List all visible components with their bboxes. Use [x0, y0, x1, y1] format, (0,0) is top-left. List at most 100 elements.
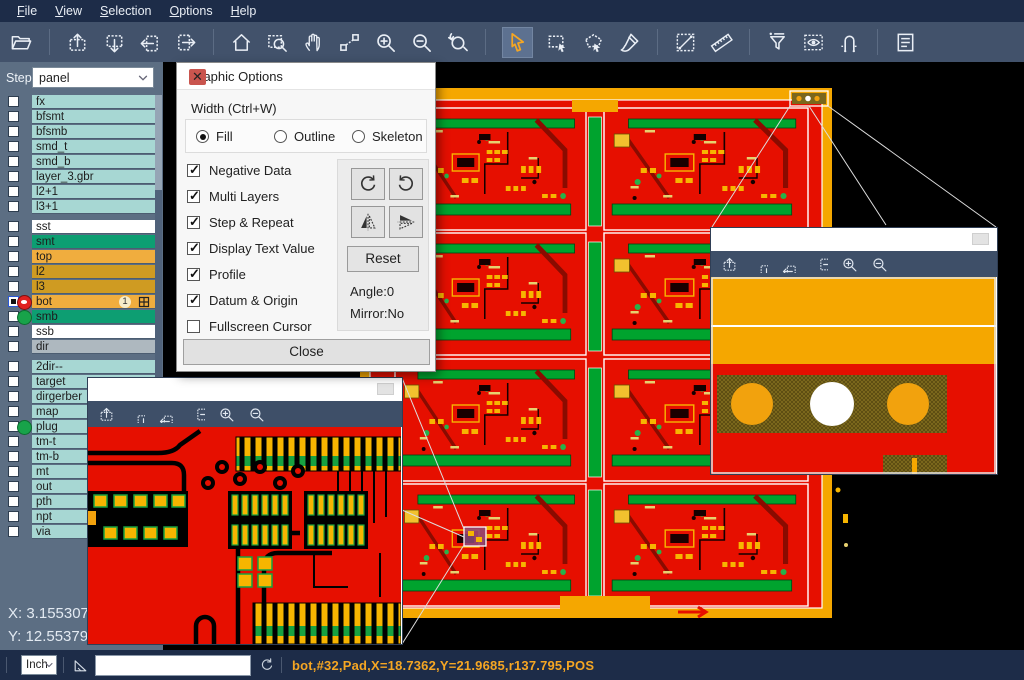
- layer-checkbox[interactable]: [8, 481, 19, 492]
- zoom-out-icon[interactable]: [871, 256, 888, 273]
- layer-checkbox[interactable]: [8, 111, 19, 122]
- report-icon[interactable]: [894, 31, 917, 54]
- menu-file[interactable]: File: [8, 2, 46, 20]
- layer-checkbox[interactable]: [8, 251, 19, 262]
- reset-button[interactable]: Reset: [347, 246, 419, 272]
- layer-row[interactable]: smd_b: [0, 155, 155, 169]
- select-cursor-icon[interactable]: [502, 27, 533, 58]
- layer-row[interactable]: l2: [0, 265, 155, 279]
- layer-checkbox[interactable]: [8, 376, 19, 387]
- zoom-out-icon[interactable]: [410, 31, 433, 54]
- dialog-titlebar[interactable]: Graphic Options ✕: [177, 63, 435, 90]
- layer-checkbox[interactable]: [8, 451, 19, 462]
- checkbox-profile[interactable]: Profile: [187, 267, 246, 282]
- step-left-icon[interactable]: [158, 406, 175, 423]
- radio-dot[interactable]: [352, 130, 365, 143]
- zoom-previous-icon[interactable]: [446, 31, 469, 54]
- step-down-icon[interactable]: [102, 31, 125, 54]
- step-right-icon[interactable]: [188, 406, 205, 423]
- layer-checkbox[interactable]: [8, 126, 19, 137]
- step-right-icon[interactable]: [174, 31, 197, 54]
- layer-row[interactable]: layer_3.gbr: [0, 170, 155, 184]
- layer-label[interactable]: top: [32, 250, 155, 264]
- checkbox[interactable]: [187, 268, 200, 281]
- layer-label[interactable]: bfsmb: [32, 125, 155, 139]
- zoom-window-icon[interactable]: [266, 31, 289, 54]
- checkbox-fullscreen-cursor[interactable]: Fullscreen Cursor: [187, 319, 312, 334]
- layer-checkbox[interactable]: [8, 361, 19, 372]
- grid-icon[interactable]: [138, 296, 150, 308]
- layer-row[interactable]: smb: [0, 310, 155, 324]
- layer-checkbox[interactable]: [8, 341, 19, 352]
- layer-row[interactable]: smd_t: [0, 140, 155, 154]
- menu-selection[interactable]: Selection: [91, 2, 160, 20]
- mirror-vertical-button[interactable]: [351, 206, 385, 238]
- layer-label[interactable]: smd_b: [32, 155, 155, 169]
- layer-label[interactable]: ssb: [32, 325, 155, 339]
- radio-outline[interactable]: Outline: [274, 129, 335, 144]
- rotate-cw-button[interactable]: [351, 168, 385, 200]
- ruler-icon[interactable]: [710, 31, 733, 54]
- layer-label[interactable]: smt: [32, 235, 155, 249]
- layer-label[interactable]: bfsmt: [32, 110, 155, 124]
- checkbox[interactable]: [187, 294, 200, 307]
- layer-label[interactable]: 2dir--: [32, 360, 155, 374]
- menu-help[interactable]: Help: [222, 2, 266, 20]
- layer-row[interactable]: sst: [0, 220, 155, 234]
- angle-tool-icon[interactable]: [72, 657, 89, 674]
- radio-fill[interactable]: Fill: [196, 129, 233, 144]
- zoom-popup-pads[interactable]: [710, 227, 998, 475]
- layer-checkbox[interactable]: [8, 466, 19, 477]
- zoom-out-icon[interactable]: [248, 406, 265, 423]
- popup-titlebar[interactable]: [88, 378, 402, 401]
- measure-diagonal-icon[interactable]: [674, 31, 697, 54]
- filter-icon[interactable]: [766, 31, 789, 54]
- command-input[interactable]: [95, 655, 251, 676]
- refresh-icon[interactable]: [259, 657, 275, 673]
- layer-checkbox[interactable]: [8, 266, 19, 277]
- step-right-icon[interactable]: [811, 256, 828, 273]
- step-select[interactable]: panel: [32, 67, 154, 88]
- layer-checkbox[interactable]: [8, 221, 19, 232]
- layer-label[interactable]: dir: [32, 340, 155, 354]
- unit-select[interactable]: Inch: [21, 655, 57, 675]
- zoom-in-icon[interactable]: [218, 406, 235, 423]
- rect-select-icon[interactable]: [546, 31, 569, 54]
- layer-checkbox[interactable]: [8, 406, 19, 417]
- zoom-in-icon[interactable]: [374, 31, 397, 54]
- step-up-icon[interactable]: [721, 256, 738, 273]
- step-down-icon[interactable]: [751, 256, 768, 273]
- layer-label[interactable]: l3+1: [32, 200, 155, 214]
- layer-label[interactable]: layer_3.gbr: [32, 170, 155, 184]
- layer-row[interactable]: dir: [0, 340, 155, 354]
- mirror-horizontal-button[interactable]: [389, 206, 423, 238]
- layer-checkbox[interactable]: [8, 496, 19, 507]
- poly-select-icon[interactable]: [582, 31, 605, 54]
- layer-row[interactable]: ssb: [0, 325, 155, 339]
- layer-label[interactable]: smd_t: [32, 140, 155, 154]
- checkbox[interactable]: [187, 190, 200, 203]
- trace-loop-icon[interactable]: [838, 31, 861, 54]
- layer-label[interactable]: fx: [32, 95, 155, 109]
- layer-checkbox[interactable]: [8, 526, 19, 537]
- popup-titlebar[interactable]: [711, 228, 997, 251]
- layer-row-active[interactable]: bot 1: [0, 295, 155, 309]
- layer-row[interactable]: l3: [0, 280, 155, 294]
- layer-row[interactable]: l2+1: [0, 185, 155, 199]
- layer-checkbox[interactable]: [8, 201, 19, 212]
- layer-checkbox[interactable]: [8, 96, 19, 107]
- layer-row[interactable]: 2dir--: [0, 360, 155, 374]
- checkbox[interactable]: [187, 320, 200, 333]
- popup-window-button[interactable]: [377, 383, 394, 395]
- home-view-icon[interactable]: [230, 31, 253, 54]
- graphic-options-dialog[interactable]: Graphic Options ✕ Width (Ctrl+W) Fill Ou…: [176, 62, 436, 372]
- layer-label[interactable]: l2+1: [32, 185, 155, 199]
- layer-checkbox[interactable]: [8, 436, 19, 447]
- layer-checkbox[interactable]: [8, 236, 19, 247]
- checkbox-display-text-value[interactable]: Display Text Value: [187, 241, 315, 256]
- radio-skeleton[interactable]: Skeleton: [352, 129, 423, 144]
- zoom-in-icon[interactable]: [841, 256, 858, 273]
- open-folder-icon[interactable]: [10, 31, 33, 54]
- layer-label[interactable]: l3: [32, 280, 155, 294]
- layer-checkbox[interactable]: [8, 156, 19, 167]
